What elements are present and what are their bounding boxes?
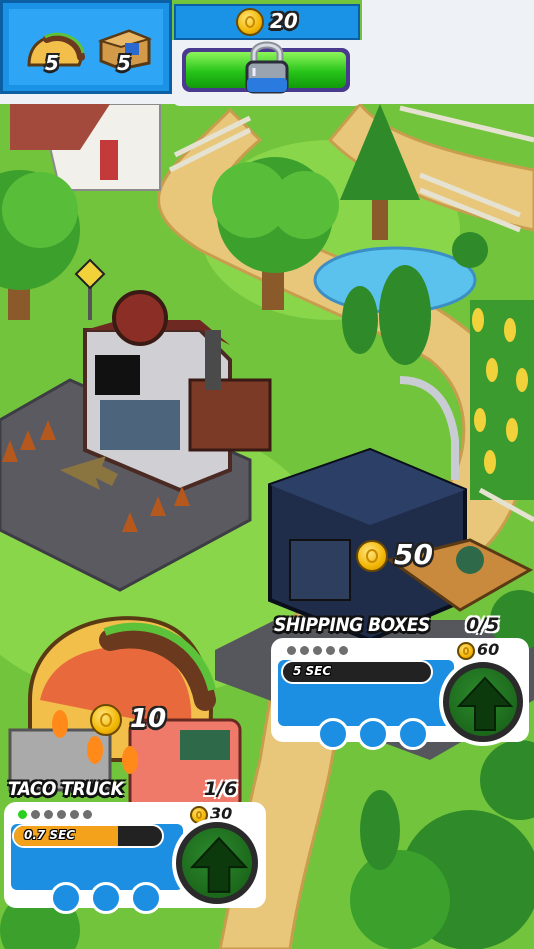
coin-icon (236, 8, 264, 36)
padlock-icon (245, 41, 289, 94)
level-dot (313, 646, 322, 655)
taco-collect-coin[interactable]: 10 (90, 704, 170, 738)
level-dot (287, 646, 296, 655)
shipping-panel: 60 5 SEC (271, 638, 529, 750)
shipping-title: SHIPPING BOXES (274, 614, 430, 636)
taco-timer-text: 0.7 SEC (24, 828, 76, 842)
shipping-timer-bar: 5 SEC (281, 660, 433, 684)
map-coin-value: 50 (394, 538, 433, 571)
taco-truck-progress: 1/6 (204, 778, 238, 800)
shipping-manager-slot[interactable] (317, 718, 349, 750)
level-dot (326, 646, 335, 655)
shipping-manager-slot[interactable] (357, 718, 389, 750)
shipping-progress: 0/5 (466, 614, 500, 636)
taco-truck-panel: 30 0.7 SEC (4, 802, 266, 914)
level-dot (70, 810, 79, 819)
taco-manager-slot[interactable] (130, 882, 162, 914)
level-dot (300, 646, 309, 655)
taco-level-dots (18, 810, 92, 819)
shipping-manager-slot[interactable] (397, 718, 429, 750)
coin-balance: 20 (270, 9, 298, 33)
level-dot (57, 810, 66, 819)
level-dot (18, 810, 27, 819)
map-coin-pickup[interactable]: 50 (356, 538, 436, 574)
level-dot (339, 646, 348, 655)
taco-manager-slot[interactable] (90, 882, 122, 914)
shipping-upgrade-button[interactable] (439, 658, 527, 746)
shipping-level-dots (287, 646, 348, 655)
inventory-panel: 5 5 (0, 0, 172, 94)
taco-truck-title: TACO TRUCK (8, 778, 124, 800)
level-dot (31, 810, 40, 819)
hud-empty-area (362, 0, 534, 104)
shipping-upgrade-cost: 60 (477, 640, 500, 659)
taco-collect-value: 10 (130, 704, 167, 734)
level-dot (83, 810, 92, 819)
taco-upgrade-button[interactable] (172, 818, 262, 908)
level-dot (44, 810, 53, 819)
box-count: 5 (117, 51, 131, 75)
unlock-panel (172, 40, 362, 106)
arrow-up-icon (456, 676, 514, 731)
taco-count: 5 (45, 51, 59, 75)
unlock-progress-bar[interactable] (182, 41, 350, 94)
taco-manager-slot[interactable] (50, 882, 82, 914)
coin-icon (457, 642, 475, 660)
shipping-timer-text: 5 SEC (293, 664, 332, 678)
arrow-up-icon (189, 836, 249, 893)
coin-icon (90, 704, 122, 736)
coin-balance-bar: 20 (174, 4, 360, 40)
coin-icon (356, 540, 388, 572)
taco-timer-bar: 0.7 SEC (12, 824, 164, 848)
